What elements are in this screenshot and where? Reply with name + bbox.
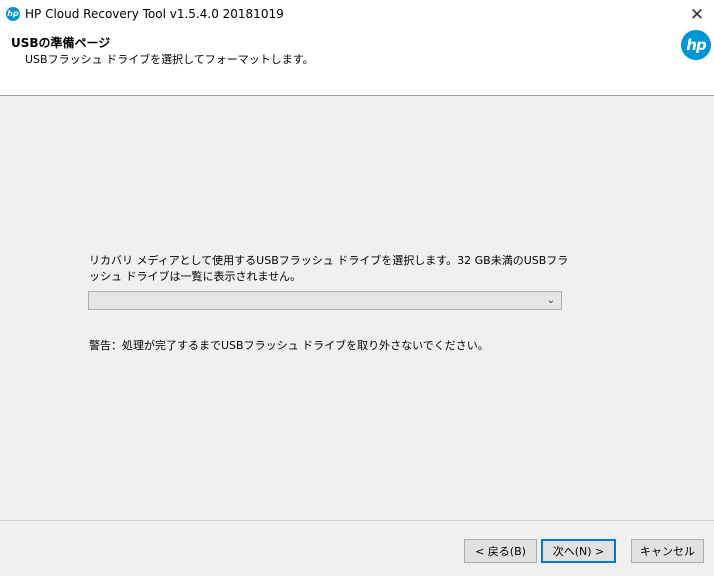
- hp-logo: hp: [681, 30, 711, 60]
- back-button[interactable]: < 戻る(B): [464, 539, 537, 563]
- instruction-text: リカバリ メディアとして使用するUSBフラッシュ ドライブを選択します。32 G…: [89, 254, 569, 283]
- chevron-down-icon: ⌄: [546, 295, 556, 306]
- wizard-header: USBの準備ページ USBフラッシュ ドライブを選択してフォーマットします。 h…: [0, 30, 714, 95]
- warning-text: 警告：処理が完了するまでUSBフラッシュ ドライブを取り外さないでください。: [89, 339, 489, 352]
- close-icon: ✕: [689, 5, 705, 25]
- content-panel: リカバリ メディアとして使用するUSBフラッシュ ドライブを選択します。32 G…: [0, 96, 714, 520]
- title-bar: hp HP Cloud Recovery Tool v1.5.4.0 20181…: [0, 0, 714, 30]
- wizard-footer: < 戻る(B) 次へ(N) > キャンセル: [0, 521, 714, 576]
- page-title: USBの準備ページ: [11, 36, 111, 50]
- page-subtitle: USBフラッシュ ドライブを選択してフォーマットします。: [25, 53, 314, 66]
- close-button[interactable]: ✕: [682, 1, 712, 29]
- window-title: HP Cloud Recovery Tool v1.5.4.0 20181019: [25, 7, 284, 21]
- usb-drive-dropdown[interactable]: ⌄: [88, 291, 562, 310]
- next-button[interactable]: 次へ(N) >: [541, 539, 616, 563]
- hp-app-icon: hp: [6, 7, 20, 21]
- cancel-button[interactable]: キャンセル: [631, 539, 704, 563]
